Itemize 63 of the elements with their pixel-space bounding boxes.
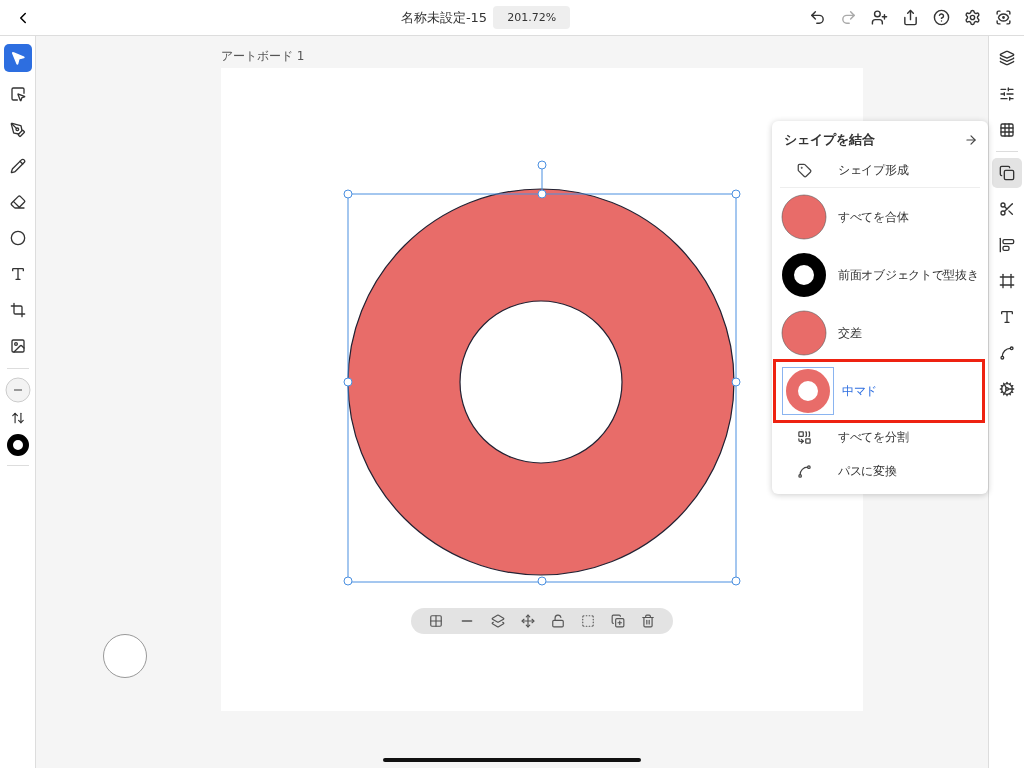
settings-icon[interactable] xyxy=(964,9,981,26)
layers-icon xyxy=(998,50,1015,66)
duplicate-icon[interactable] xyxy=(611,614,625,628)
pointer-icon xyxy=(9,50,26,66)
stroke-color-icon[interactable] xyxy=(5,433,30,457)
arrange-icon[interactable] xyxy=(491,614,505,628)
ring-preview-icon xyxy=(785,368,831,414)
option-label: 交差 xyxy=(838,324,862,342)
combine-option[interactable]: パスに変換 xyxy=(772,454,988,488)
invite-icon[interactable] xyxy=(871,9,888,26)
option-label: すべてを合体 xyxy=(838,208,909,226)
option-label: パスに変換 xyxy=(838,462,897,480)
sliders-icon xyxy=(998,86,1015,102)
arrow-right-icon[interactable] xyxy=(964,133,978,147)
artboard-label: アートボード 1 xyxy=(221,48,306,65)
option-label: 前面オブジェクトで型抜き xyxy=(838,266,979,284)
no-fill-icon[interactable] xyxy=(4,377,31,403)
pencil-icon xyxy=(9,158,26,174)
text-icon xyxy=(998,309,1015,325)
combine-option[interactable]: 中マド xyxy=(776,362,982,420)
zoom-level[interactable]: 201.72% xyxy=(493,6,571,29)
crop-icon xyxy=(9,302,26,318)
grid-icon xyxy=(998,122,1015,138)
donut-shape-drawing[interactable] xyxy=(343,160,743,588)
text-icon xyxy=(9,266,26,282)
divide-icon xyxy=(796,429,812,445)
combine-option[interactable]: 交差 xyxy=(772,304,988,362)
image-icon xyxy=(9,338,26,354)
circle-icon xyxy=(9,230,26,246)
frame-icon xyxy=(998,273,1015,289)
combine-option[interactable]: 前面オブジェクトで型抜き xyxy=(772,246,988,304)
pen-icon xyxy=(9,122,26,138)
combine-option[interactable]: すべてを分割 xyxy=(772,420,988,454)
undo-icon[interactable] xyxy=(809,9,826,26)
disc-preview-icon xyxy=(781,194,827,240)
delete-icon[interactable] xyxy=(641,614,655,628)
preview-icon[interactable] xyxy=(995,9,1012,26)
panel-title: シェイプを結合 xyxy=(784,131,875,149)
option-label: すべてを分割 xyxy=(838,428,909,446)
document-title: 名称未設定-15 xyxy=(400,8,488,27)
eraser-icon xyxy=(9,194,26,210)
option-label: シェイプ形成 xyxy=(838,161,909,179)
help-icon[interactable] xyxy=(933,9,950,26)
select-tool[interactable] xyxy=(3,44,32,72)
lock-icon[interactable] xyxy=(551,614,565,628)
move-icon[interactable] xyxy=(521,614,535,628)
align-icon xyxy=(998,237,1015,253)
pattern-icon[interactable] xyxy=(429,614,443,628)
scissors-icon xyxy=(998,201,1015,217)
curve-icon xyxy=(998,345,1015,361)
tag-icon xyxy=(796,162,812,178)
disc-preview-icon xyxy=(781,310,827,356)
gear-icon xyxy=(998,381,1015,397)
ring-preview-icon xyxy=(781,252,827,298)
mask-icon[interactable] xyxy=(581,614,595,628)
combine-shapes-button[interactable] xyxy=(991,158,1022,188)
path-icon xyxy=(796,463,812,479)
combine-shapes-icon xyxy=(998,165,1015,181)
swap-icon[interactable] xyxy=(10,411,25,425)
combine-option[interactable]: すべてを合体 xyxy=(772,188,988,246)
combine-option[interactable]: シェイプ形成 xyxy=(772,153,988,187)
option-label: 中マド xyxy=(842,382,878,400)
share-icon[interactable] xyxy=(902,9,919,26)
